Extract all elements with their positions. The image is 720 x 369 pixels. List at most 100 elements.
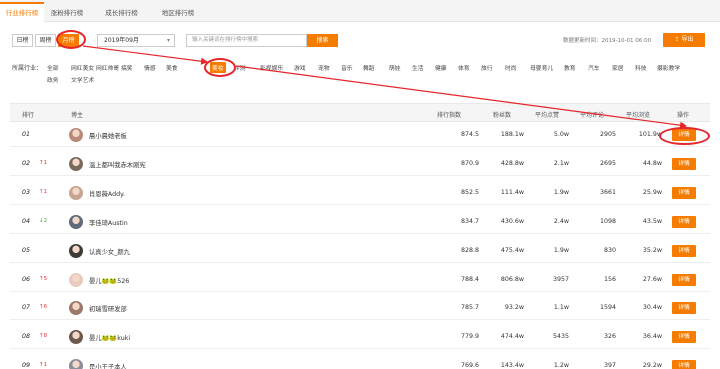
industry-item[interactable]: 影视娱乐 [260, 63, 283, 72]
blogger-name[interactable]: 肖恩薇Addy. [89, 189, 125, 198]
avg-comments-value: 1098 [599, 217, 616, 225]
industry-item[interactable]: 教育 [564, 63, 576, 72]
industry-item[interactable]: 音乐 [341, 63, 353, 72]
avg-likes-value: 3957 [552, 275, 569, 283]
blogger-name[interactable]: 晏儿🐸🐸kuki [89, 333, 130, 342]
annotation-circle-industry [204, 58, 236, 77]
detail-button[interactable]: 详情 [672, 244, 696, 257]
industry-item[interactable]: 文学艺术 [71, 75, 94, 84]
fans-value: 143.4w [500, 362, 524, 369]
industry-item[interactable]: 全部 [47, 63, 59, 72]
blogger-name[interactable]: 晨小晨她老板 [89, 131, 127, 140]
rank-number: 05 [22, 246, 31, 254]
industry-item[interactable]: 政务 [47, 75, 59, 84]
industry-item[interactable]: 游戏 [294, 63, 306, 72]
header-avg-views: 平均浏览 [626, 112, 651, 119]
fans-value: 111.4w [500, 188, 524, 196]
detail-button[interactable]: 详情 [672, 157, 696, 170]
avg-likes-value: 1.9w [553, 188, 569, 196]
avatar[interactable] [69, 301, 83, 316]
ranking-index-value: 779.9 [460, 333, 479, 341]
table-row: 04 ↓2 李佳琦Austin 834.7 430.6w 2.4w 1098 43.5w 详情 [10, 210, 710, 234]
blogger-name[interactable]: 初瑞雪研发部 [89, 304, 127, 313]
industry-item[interactable]: 宠物 [318, 63, 330, 72]
header-name: 博主 [71, 112, 84, 119]
industry-item[interactable]: 网红帅哥 [96, 63, 119, 72]
ranking-index-value: 852.5 [460, 188, 479, 196]
industry-item[interactable]: 汽车 [588, 63, 600, 72]
blogger-name[interactable]: 晏儿🐸🐸526 [89, 276, 129, 285]
industry-item[interactable]: 家居 [612, 63, 624, 72]
detail-button[interactable]: 详情 [672, 302, 696, 315]
industry-item[interactable]: 萌娃 [389, 63, 401, 72]
blogger-name[interactable]: 是小王子本人 [89, 362, 127, 369]
industry-item[interactable]: 母婴育儿 [530, 63, 553, 72]
industry-item[interactable]: 健康 [435, 63, 447, 72]
avg-views-value: 101.9w [638, 131, 662, 138]
detail-button[interactable]: 详情 [672, 215, 696, 228]
blogger-name[interactable]: 李佳琦Austin [89, 218, 128, 227]
avg-likes-value: 2.4w [553, 217, 569, 225]
detail-button[interactable]: 详情 [672, 331, 696, 344]
avatar[interactable] [69, 243, 83, 258]
rank-number: 08 [22, 333, 31, 341]
search-input[interactable]: 输入关键词在排行榜中搜索 [186, 34, 307, 47]
ranking-index-value: 828.8 [460, 246, 479, 254]
export-button[interactable]: ⇪ 导出 [663, 33, 705, 47]
rank-number: 09 [22, 362, 31, 369]
avg-views-value: 29.2w [642, 362, 662, 369]
rank-number: 01 [22, 131, 31, 138]
avatar[interactable] [69, 330, 83, 345]
avg-likes-value: 5435 [552, 333, 569, 341]
table-row: 08 ↑8 晏儿🐸🐸kuki 779.9 474.4w 5435 326 36.4w 详情 [10, 326, 710, 350]
rank-change: ↓2 [39, 217, 48, 224]
avg-views-value: 44.8w [642, 159, 662, 167]
industry-filter-label: 所属行业： [12, 65, 43, 72]
avatar[interactable] [69, 272, 83, 287]
search-button[interactable]: 搜索 [307, 34, 338, 47]
industry-item[interactable]: 体育 [458, 63, 470, 72]
table-row: 05 认真少女_颜九 828.8 475.4w 1.9w 830 35.2w 详情 [10, 239, 710, 263]
fans-value: 474.4w [500, 333, 524, 341]
rank-change: ↑1 [39, 188, 48, 195]
table-row: 09 ↑1 是小王子本人 769.6 143.4w 1.2w 397 29.2w 详情 [10, 355, 710, 369]
industry-item[interactable]: 情感 [144, 63, 156, 72]
blogger-name[interactable]: 认真少女_颜九 [89, 247, 130, 256]
avatar[interactable] [69, 156, 83, 171]
detail-button[interactable]: 详情 [672, 186, 696, 199]
industry-item[interactable]: 生活 [412, 63, 424, 72]
fans-value: 188.1w [500, 131, 524, 138]
avg-views-value: 25.9w [642, 188, 662, 196]
detail-button[interactable]: 详情 [672, 273, 696, 286]
industry-item[interactable]: 旅行 [481, 63, 493, 72]
avatar[interactable] [69, 128, 83, 142]
period-week-button[interactable]: 周榜 [35, 34, 56, 47]
industry-item[interactable]: 摄影教学 [657, 63, 680, 72]
tab-region-ranking[interactable]: 地区排行榜 [153, 4, 203, 22]
month-select[interactable]: 2019年09月 ▾ [97, 34, 175, 47]
avg-comments-value: 397 [603, 362, 616, 369]
detail-button[interactable]: 详情 [672, 360, 696, 369]
industry-item[interactable]: 网红美女 [71, 63, 94, 72]
avatar[interactable] [69, 185, 83, 200]
industry-item[interactable]: 搞笑 [121, 63, 133, 72]
avg-comments-value: 156 [603, 275, 616, 283]
avg-comments-value: 2905 [599, 131, 616, 138]
blogger-name[interactable]: 温上都叫我赤木刚宪 [89, 160, 146, 169]
ranking-tabs: 行业排行榜 涨粉排行榜 成长排行榜 地区排行榜 [0, 0, 720, 22]
tab-fans-growth-ranking[interactable]: 涨粉排行榜 [44, 4, 90, 22]
avg-views-value: 27.6w [642, 275, 662, 283]
avg-likes-value: 1.1w [553, 304, 569, 312]
table-row: 07 ↑6 初瑞雪研发部 785.7 93.2w 1.1w 1594 30.4w 详情 [10, 297, 710, 321]
tab-industry-ranking[interactable]: 行业排行榜 [0, 2, 44, 22]
ranking-index-value: 769.6 [460, 362, 479, 369]
industry-item[interactable]: 时尚 [505, 63, 517, 72]
industry-item[interactable]: 舞蹈 [363, 63, 375, 72]
industry-item[interactable]: 科技 [635, 63, 647, 72]
industry-item[interactable]: 美食 [166, 63, 178, 72]
tab-growth-ranking[interactable]: 成长排行榜 [90, 4, 153, 22]
avatar[interactable] [69, 359, 83, 369]
period-day-button[interactable]: 日榜 [12, 34, 33, 47]
table-row: 03 ↑1 肖恩薇Addy. 852.5 111.4w 1.9w 3661 25.9w 详情 [10, 181, 710, 205]
avatar[interactable] [69, 214, 83, 229]
